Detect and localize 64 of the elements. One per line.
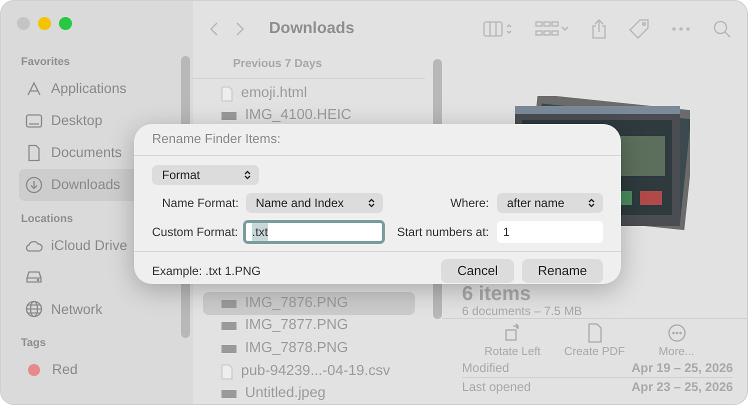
info-value: Apr 19 – 25, 2026: [632, 361, 733, 376]
file-icon: [221, 364, 233, 380]
action-button[interactable]: Create PDF: [558, 323, 632, 359]
action-button[interactable]: Rotate Left: [476, 323, 550, 359]
share-icon[interactable]: [591, 18, 607, 38]
updown-icon: [244, 170, 251, 180]
columns-view-icon[interactable]: [483, 20, 513, 36]
window-title: Downloads: [269, 18, 354, 38]
file-row[interactable]: IMG_7878.PNG: [203, 338, 415, 360]
input-field[interactable]: .txt: [243, 220, 386, 244]
image-file-icon: [221, 344, 237, 354]
apps-icon: [25, 80, 43, 98]
window-control-button[interactable]: [38, 17, 51, 30]
search-icon[interactable]: [713, 20, 731, 38]
popup-button[interactable]: Name and Index: [246, 192, 383, 212]
dialog-title: Rename Finder Items:: [152, 131, 281, 146]
updown-icon: [368, 198, 375, 208]
grid-view-icon[interactable]: [535, 20, 569, 38]
action-button[interactable]: More...: [640, 323, 714, 359]
summary-detail: 6 documents – 7.5 MB: [462, 304, 582, 318]
download-icon: [25, 176, 43, 194]
field-label: Where:: [450, 194, 489, 212]
sidebar-item[interactable]: Applications: [19, 72, 154, 104]
dialog-button[interactable]: Cancel: [441, 258, 514, 282]
group-heading: Previous 7 Days: [193, 56, 425, 80]
forward-icon[interactable]: [235, 20, 245, 36]
sidebar-heading: Tags: [21, 336, 47, 351]
image-file-icon: [221, 321, 237, 332]
info-value: Apr 23 – 25, 2026: [632, 380, 733, 395]
image-file-icon: [221, 298, 237, 309]
image-file-icon: [221, 111, 237, 122]
back-icon[interactable]: [209, 20, 219, 36]
file-row[interactable]: pub-94239...-04-19.csv: [203, 360, 415, 383]
sidebar-item[interactable]: Documents: [19, 136, 154, 168]
popup-button[interactable]: Format: [152, 164, 259, 184]
sidebar-heading: Favorites: [21, 55, 71, 70]
input-field[interactable]: 1: [497, 220, 603, 242]
file-icon: [221, 86, 233, 102]
example-text: Example: .txt 1.PNG: [152, 262, 261, 280]
globe-icon: [25, 300, 43, 318]
document-icon: [586, 323, 604, 343]
sidebar-item[interactable]: Desktop: [19, 104, 154, 136]
info-label: Modified: [462, 361, 510, 376]
updown-icon: [588, 198, 595, 208]
file-row[interactable]: emoji.html: [203, 82, 415, 105]
info-label: Last opened: [462, 380, 531, 395]
popup-button[interactable]: after name: [497, 192, 603, 212]
window-control-button[interactable]: [59, 17, 72, 30]
file-row[interactable]: IMG_7877.PNG: [203, 315, 415, 338]
desktop-icon: [25, 112, 43, 130]
sidebar-item[interactable]: Network: [19, 293, 154, 325]
dialog-button[interactable]: Rename: [522, 258, 603, 282]
more-icon: [668, 323, 686, 343]
file-row[interactable]: IMG_4100.HEIC: [203, 104, 415, 128]
tag-icon[interactable]: [629, 18, 649, 38]
file-row[interactable]: Untitled.jpeg: [203, 382, 415, 404]
field-label: Start numbers at:: [396, 224, 489, 240]
sidebar-item[interactable]: Red: [19, 354, 154, 386]
image-file-icon: [221, 389, 237, 400]
field-label: Custom Format:: [152, 224, 238, 240]
rotate-icon: [504, 323, 522, 343]
sidebar-heading: Locations: [21, 212, 74, 226]
field-label: Name Format:: [162, 194, 239, 212]
more-icon[interactable]: [671, 26, 691, 32]
